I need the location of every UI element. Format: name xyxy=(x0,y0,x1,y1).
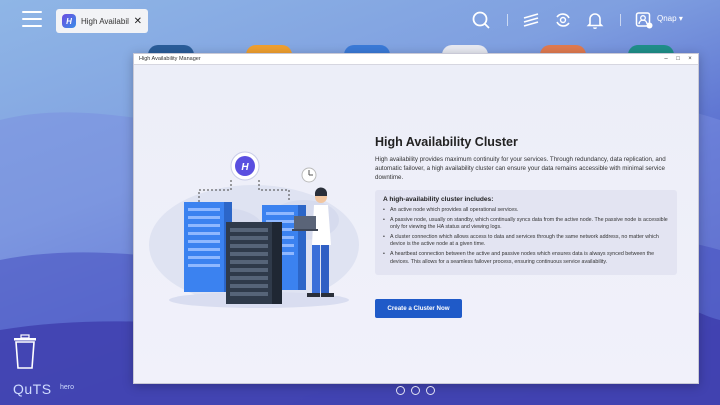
brand-logo: QuTS xyxy=(13,381,52,397)
info-list: An active node which provides all operat… xyxy=(383,207,669,266)
username: Qnap xyxy=(657,14,677,23)
ha-app-icon: H xyxy=(62,14,76,28)
brand-suffix: hero xyxy=(60,384,75,391)
window-title: High Availability Manager xyxy=(139,56,201,62)
info-box: A high-availability cluster includes: An… xyxy=(375,190,677,276)
sync-icon[interactable] xyxy=(553,10,573,30)
maximize-button[interactable]: □ xyxy=(675,56,681,62)
background-tasks-icon[interactable] xyxy=(521,10,541,30)
notification-bell-icon[interactable] xyxy=(585,10,605,30)
search-icon[interactable] xyxy=(471,10,491,30)
svg-text:H: H xyxy=(241,162,249,173)
desktop-bottom-icons xyxy=(396,386,435,395)
ha-content: High Availability Cluster High availabil… xyxy=(375,135,680,276)
window-titlebar[interactable]: High Availability Manager – □ × xyxy=(134,54,698,65)
tab-close-icon[interactable]: ✕ xyxy=(134,16,142,27)
info-heading: A high-availability cluster includes: xyxy=(383,196,494,203)
menu-line xyxy=(22,18,42,20)
help-icon[interactable] xyxy=(411,386,420,395)
window-body: H High Availability Cluster High availab… xyxy=(134,65,698,383)
dashboard-icon[interactable] xyxy=(396,386,405,395)
ha-manager-window: High Availability Manager – □ × H High A… xyxy=(133,53,699,384)
create-cluster-button[interactable]: Create a Cluster Now xyxy=(375,299,462,318)
taskbar-tab-ha-manager[interactable]: H High Availabili... ✕ xyxy=(56,9,148,33)
menu-line xyxy=(22,11,42,13)
taskbar: H High Availabili... ✕ Qnap ▾ xyxy=(0,0,720,40)
list-item: A heartbeat connection between the activ… xyxy=(383,251,669,266)
user-menu[interactable]: Qnap ▾ xyxy=(657,14,683,23)
list-item: A cluster connection which allows access… xyxy=(383,234,669,249)
user-avatar-icon[interactable] xyxy=(634,10,654,30)
list-item: A passive node, usually on standby, whic… xyxy=(383,217,669,232)
chevron-down-icon: ▾ xyxy=(678,14,683,23)
menu-line xyxy=(22,25,42,27)
tab-label: High Availabili... xyxy=(81,16,129,26)
minimize-button[interactable]: – xyxy=(663,56,669,62)
main-menu-button[interactable] xyxy=(22,11,42,27)
separator xyxy=(507,14,508,26)
page-description: High availability provides maximum conti… xyxy=(375,156,666,181)
list-item: An active node which provides all operat… xyxy=(383,207,669,215)
close-button[interactable]: × xyxy=(687,56,693,62)
ha-cluster-illustration: H xyxy=(149,151,359,308)
widget-icon[interactable] xyxy=(426,386,435,395)
separator xyxy=(620,14,621,26)
trash-icon[interactable] xyxy=(12,334,38,370)
page-title: High Availability Cluster xyxy=(375,135,518,149)
